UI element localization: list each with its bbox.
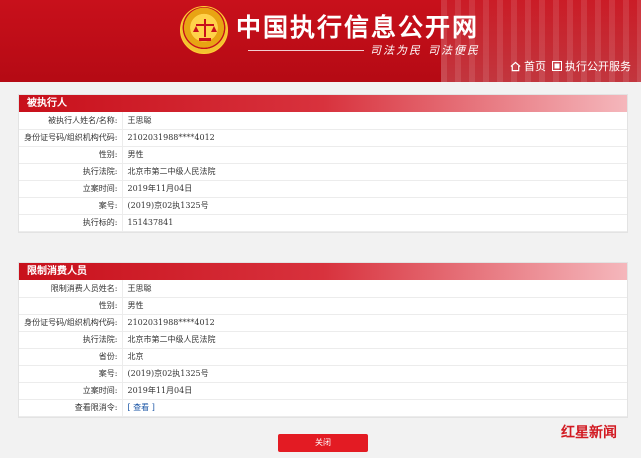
row-value: 北京市第二中级人民法院 bbox=[122, 331, 627, 349]
slogan-text-2: 司法便民 bbox=[428, 44, 480, 57]
site-slogan: 司法为民 司法便民 bbox=[248, 42, 480, 58]
table-row: 立案时间: 2019年11月04日 bbox=[19, 382, 627, 400]
row-label: 性别: bbox=[19, 146, 123, 164]
row-value: 北京 bbox=[122, 348, 627, 366]
restricted-info-table: 限制消费人员姓名: 王思聪 性别: 男性 身份证号码/组织机构代码: 21020… bbox=[19, 280, 627, 417]
row-label: 省份: bbox=[19, 348, 123, 366]
row-value: 北京市第二中级人民法院 bbox=[122, 163, 627, 181]
row-label: 执行法院: bbox=[19, 163, 123, 181]
table-row: 查看限消令: [ 查看 ] bbox=[19, 399, 627, 417]
table-row: 立案时间: 2019年11月04日 bbox=[19, 180, 627, 198]
table-row: 身份证号码/组织机构代码: 2102031988****4012 bbox=[19, 129, 627, 147]
restricted-consumption-panel: 限制消费人员 限制消费人员姓名: 王思聪 性别: 男性 身份证号码/组织机构代码… bbox=[18, 262, 628, 418]
row-label: 限制消费人员姓名: bbox=[19, 280, 123, 298]
table-row: 执行标的: 151437841 bbox=[19, 214, 627, 232]
site-title: 中国执行信息公开网 bbox=[236, 13, 480, 42]
table-row: 性别: 男性 bbox=[19, 297, 627, 315]
row-value: 王思聪 bbox=[122, 280, 627, 298]
row-value: 2102031988****4012 bbox=[122, 314, 627, 332]
grid-icon bbox=[552, 61, 562, 71]
table-row: 案号: (2019)京02执1325号 bbox=[19, 197, 627, 215]
row-value: 王思聪 bbox=[122, 112, 627, 130]
nav-exec-label: 执行公开服务 bbox=[565, 60, 631, 73]
row-label: 性别: bbox=[19, 297, 123, 315]
table-row: 省份: 北京 bbox=[19, 348, 627, 366]
row-label: 立案时间: bbox=[19, 382, 123, 400]
row-label: 被执行人姓名/名称: bbox=[19, 112, 123, 130]
watermark-logo: 红星新闻 bbox=[561, 425, 617, 441]
row-label: 案号: bbox=[19, 197, 123, 215]
debtor-panel: 被执行人 被执行人姓名/名称: 王思聪 身份证号码/组织机构代码: 210203… bbox=[18, 94, 628, 233]
slogan-line-left bbox=[248, 49, 364, 51]
row-value: 151437841 bbox=[122, 214, 627, 232]
row-label: 身份证号码/组织机构代码: bbox=[19, 129, 123, 147]
row-label: 查看限消令: bbox=[19, 399, 123, 417]
close-button[interactable]: 关闭 bbox=[278, 434, 368, 452]
site-header: 中国执行信息公开网 司法为民 司法便民 首页 执行公开服务 bbox=[0, 0, 641, 82]
table-row: 被执行人姓名/名称: 王思聪 bbox=[19, 112, 627, 130]
row-label: 执行标的: bbox=[19, 214, 123, 232]
debtor-info-table: 被执行人姓名/名称: 王思聪 身份证号码/组织机构代码: 2102031988*… bbox=[19, 112, 627, 232]
row-value: 2019年11月04日 bbox=[122, 180, 627, 198]
nav-home-label: 首页 bbox=[524, 60, 546, 73]
nav-exec-service-link[interactable]: 执行公开服务 bbox=[552, 58, 631, 74]
row-label: 身份证号码/组织机构代码: bbox=[19, 314, 123, 332]
slogan-text-1: 司法为民 bbox=[370, 44, 422, 57]
row-value: 2102031988****4012 bbox=[122, 129, 627, 147]
row-label: 案号: bbox=[19, 365, 123, 383]
table-row: 执行法院: 北京市第二中级人民法院 bbox=[19, 331, 627, 349]
court-emblem-icon bbox=[180, 6, 228, 54]
home-icon bbox=[510, 61, 521, 71]
table-row: 身份证号码/组织机构代码: 2102031988****4012 bbox=[19, 314, 627, 332]
nav-home-link[interactable]: 首页 bbox=[510, 58, 546, 74]
table-row: 执行法院: 北京市第二中级人民法院 bbox=[19, 163, 627, 181]
row-value: (2019)京02执1325号 bbox=[122, 365, 627, 383]
row-value: (2019)京02执1325号 bbox=[122, 197, 627, 215]
row-label: 立案时间: bbox=[19, 180, 123, 198]
row-value: 男性 bbox=[122, 297, 627, 315]
row-value: 2019年11月04日 bbox=[122, 382, 627, 400]
table-row: 性别: 男性 bbox=[19, 146, 627, 164]
restricted-panel-title: 限制消费人员 bbox=[19, 263, 627, 280]
debtor-panel-title: 被执行人 bbox=[19, 95, 627, 112]
row-label: 执行法院: bbox=[19, 331, 123, 349]
row-value: 男性 bbox=[122, 146, 627, 164]
table-row: 案号: (2019)京02执1325号 bbox=[19, 365, 627, 383]
table-row: 限制消费人员姓名: 王思聪 bbox=[19, 280, 627, 298]
view-restriction-order-link[interactable]: [ 查看 ] bbox=[128, 403, 155, 412]
